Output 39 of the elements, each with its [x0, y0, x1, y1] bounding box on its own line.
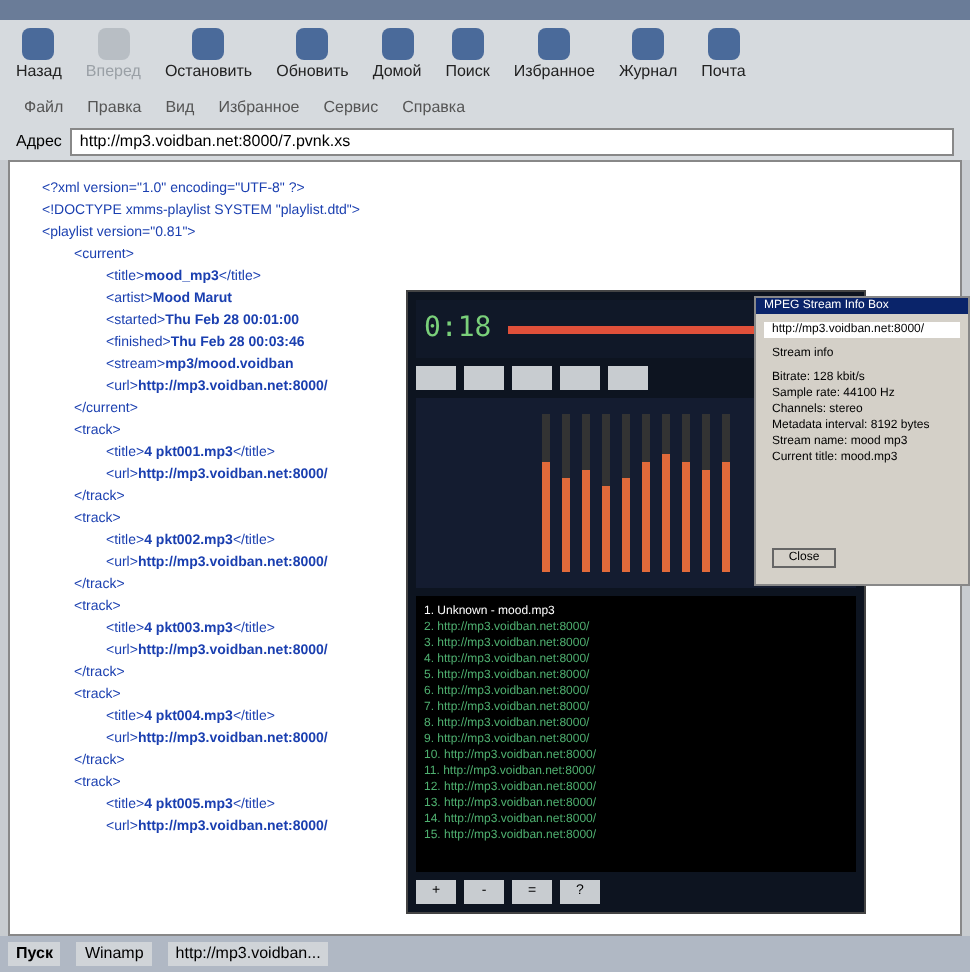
toolbar-button[interactable]: Почта — [701, 28, 746, 84]
toolbar-button[interactable]: Избранное — [513, 28, 595, 84]
toolbar-icon — [451, 28, 484, 60]
menu-item[interactable]: Правка — [87, 96, 142, 120]
start-button[interactable]: Пуск — [8, 942, 61, 966]
eq-slider[interactable] — [542, 414, 550, 572]
eq-slider[interactable] — [702, 414, 710, 572]
menu-item[interactable]: Избранное — [218, 96, 300, 120]
toolbar-button[interactable]: Назад — [16, 28, 62, 84]
toolbar-button[interactable]: Домой — [372, 28, 422, 84]
eq-slider[interactable] — [622, 414, 630, 572]
taskbar-button[interactable]: Winamp — [76, 942, 152, 966]
menu-item[interactable]: Вид — [165, 96, 195, 120]
eq-slider[interactable] — [662, 414, 670, 572]
toolbar-icon — [22, 28, 55, 60]
eq-slider[interactable] — [642, 414, 650, 572]
toolbar-icon — [632, 28, 665, 60]
menu-item[interactable]: Сервис — [323, 96, 379, 120]
eq-slider[interactable] — [682, 414, 690, 572]
toolbar-icon — [97, 28, 130, 60]
menu-item[interactable]: Справка — [402, 96, 466, 120]
eq-slider[interactable] — [562, 414, 570, 572]
eq-slider[interactable] — [582, 414, 590, 572]
time-display: 0:18 — [424, 310, 492, 348]
eq-slider[interactable] — [602, 414, 610, 572]
toolbar-icon — [707, 28, 740, 60]
menu-item[interactable]: Файл — [24, 96, 64, 120]
toolbar-button[interactable]: Журнал — [618, 28, 678, 84]
address-field[interactable]: http://mp3.voidban.net:8000/7.pvnk.xs — [69, 128, 954, 156]
toolbar-icon — [538, 28, 571, 60]
toolbar-button[interactable]: Поиск — [445, 28, 490, 84]
taskbar-button[interactable]: http://mp3.voidban... — [167, 942, 329, 966]
eq-slider[interactable] — [722, 414, 730, 572]
toolbar-icon — [192, 28, 225, 60]
address-label: Адрес — [16, 130, 62, 154]
toolbar-icon — [381, 28, 414, 60]
toolbar-button[interactable]: Обновить — [276, 28, 349, 84]
toolbar-icon — [296, 28, 329, 60]
toolbar-button[interactable]: Остановить — [164, 28, 253, 84]
